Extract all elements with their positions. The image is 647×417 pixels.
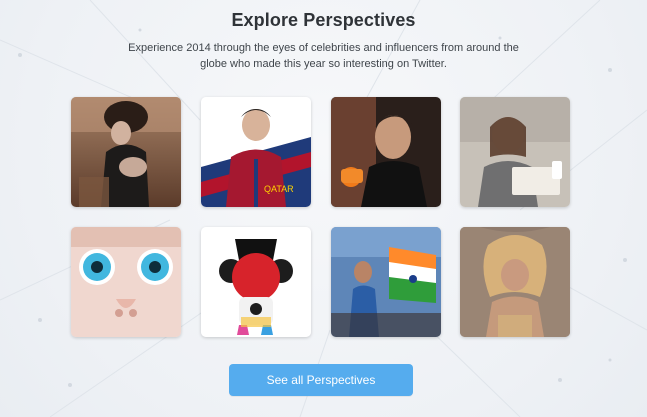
page-title: Explore Perspectives: [231, 10, 416, 30]
tile-portrait-woman-curly-hair[interactable]: [71, 97, 181, 207]
portrait-football-player-image: QATAR: [201, 97, 311, 207]
toy-figure-headphones-image: [201, 227, 311, 337]
perspectives-page: Explore Perspectives Experience 2014 thr…: [0, 0, 647, 417]
tile-cricket-player-flag[interactable]: [331, 227, 441, 337]
cricket-player-flag-image: [331, 227, 441, 337]
tile-portrait-woman-writer[interactable]: [460, 97, 570, 207]
portrait-woman-writer-image: [460, 97, 570, 207]
tile-portrait-football-player[interactable]: QATAR: [201, 97, 311, 207]
tile-closeup-cartoon-eyes[interactable]: [71, 227, 181, 337]
portrait-man-interview-image: [331, 97, 441, 207]
see-all-perspectives-button[interactable]: See all Perspectives: [229, 364, 413, 396]
closeup-cartoon-eyes-image: [71, 227, 181, 337]
tile-portrait-woman-blonde[interactable]: [460, 227, 570, 337]
tile-portrait-man-interview[interactable]: [331, 97, 441, 207]
tile-toy-figure-headphones[interactable]: [201, 227, 311, 337]
portrait-woman-curly-hair-image: [71, 97, 181, 207]
svg-text:QATAR: QATAR: [264, 184, 294, 194]
perspectives-grid: QATAR: [71, 97, 570, 337]
portrait-woman-blonde-image: [460, 227, 570, 337]
page-subtitle: Experience 2014 through the eyes of cele…: [128, 42, 519, 70]
